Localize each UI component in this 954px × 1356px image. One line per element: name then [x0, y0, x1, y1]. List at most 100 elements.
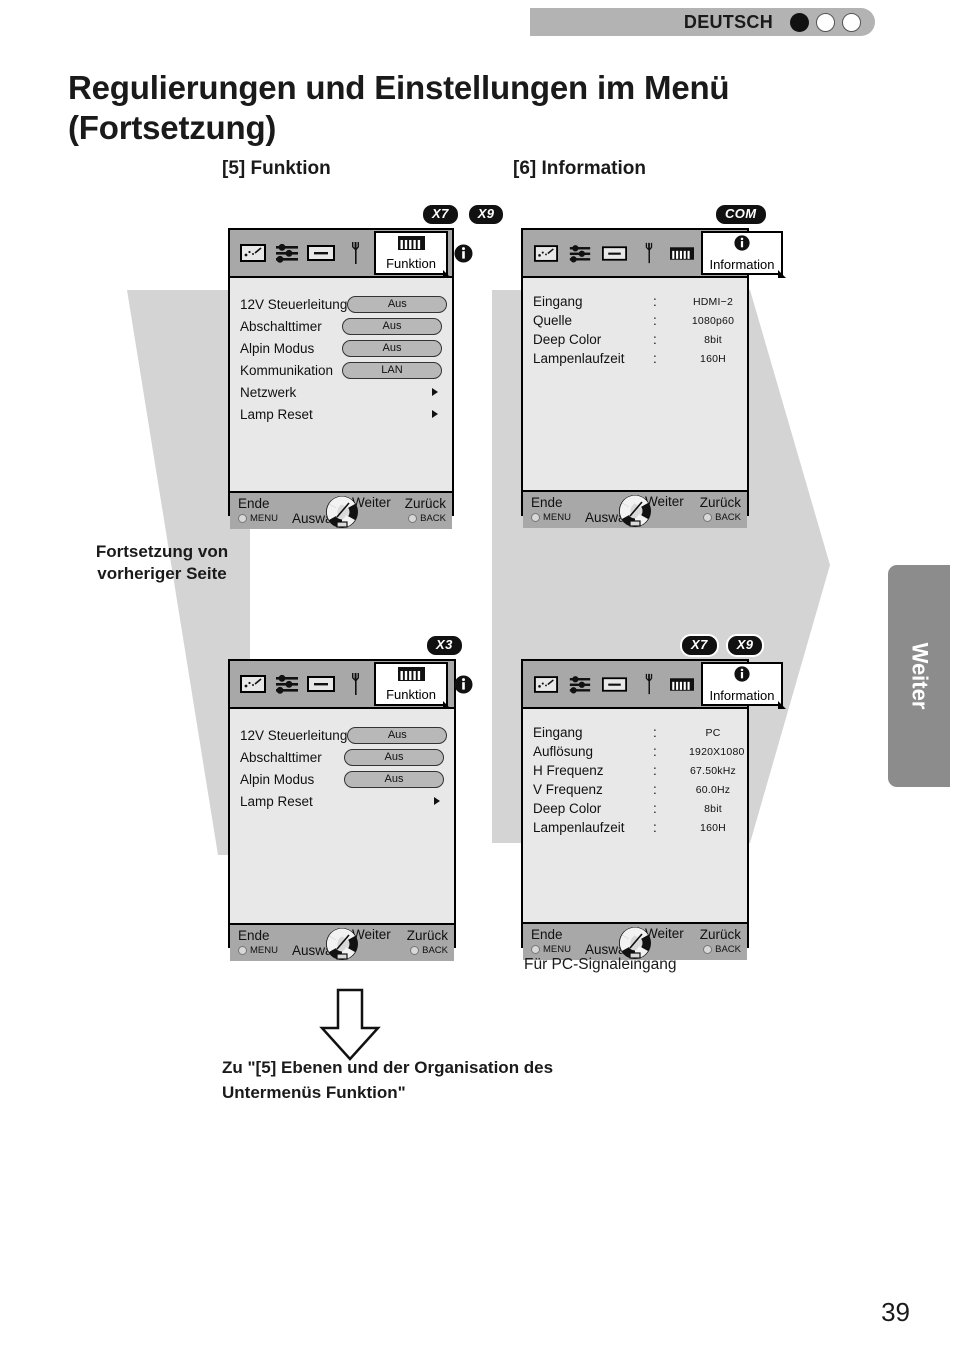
footer-menu-button[interactable]: MENU — [238, 945, 278, 956]
wrench-icon[interactable] — [338, 236, 372, 270]
menu-row[interactable]: 12V Steuerleitung Aus — [230, 293, 452, 315]
menu-row-value[interactable]: Aus — [344, 748, 444, 766]
osd-footer: Ende MENU Auswahl Weiter Zurück BACK — [230, 491, 452, 529]
menu-row[interactable]: Alpin Modus Aus — [230, 768, 454, 790]
footer-menu-button[interactable]: MENU — [531, 512, 571, 523]
info-row: Lampenlaufzeit : 160H — [523, 349, 747, 368]
footer-back-button[interactable]: BACK — [408, 513, 446, 524]
footer-back-button[interactable]: BACK — [703, 512, 741, 523]
info-circle-icon[interactable] — [452, 242, 474, 264]
footer-menu-button[interactable]: MENU — [531, 944, 571, 955]
footer-zurueck-label: Zurück — [404, 496, 446, 511]
menu-row[interactable]: Kommunikation LAN — [230, 359, 452, 381]
sliders-icon[interactable] — [270, 236, 304, 270]
tab-funktion-label: Funktion — [386, 687, 436, 702]
sliders-icon[interactable] — [563, 667, 597, 701]
section-heading-information: [6] Information — [513, 158, 646, 179]
dpad-wheel-icon[interactable] — [617, 494, 653, 528]
info-row: H Frequenz : 67.50kHz — [523, 761, 747, 780]
info-row: Deep Color : 8bit — [523, 330, 747, 349]
picture-icon[interactable] — [529, 236, 563, 270]
menu-row-value[interactable]: Aus — [347, 726, 448, 744]
language-bar: DEUTSCH — [530, 8, 875, 36]
osd-tabbar: Information — [523, 230, 786, 278]
back-dot-icon — [408, 514, 418, 523]
footer-back-button[interactable]: BACK — [703, 944, 741, 955]
menu-row[interactable]: 12V Steuerleitung Aus — [230, 724, 454, 746]
down-arrow-icon — [319, 988, 381, 1061]
wrench-icon[interactable] — [631, 236, 665, 270]
comb-icon[interactable] — [665, 667, 699, 701]
chevron-right-icon — [432, 388, 438, 396]
osd-tabbar: Funktion — [230, 661, 472, 709]
menu-row-value[interactable]: LAN — [342, 361, 442, 379]
picture-icon[interactable] — [236, 236, 270, 270]
info-row-label: Quelle — [533, 313, 573, 328]
side-tab-label: Weiter — [907, 642, 932, 710]
menu-dot-icon — [531, 513, 540, 522]
footer-back-button[interactable]: BACK — [410, 945, 448, 956]
menu-row[interactable]: Abschalttimer Aus — [230, 315, 452, 337]
footer-menu-label: MENU — [250, 945, 278, 956]
picture-icon[interactable] — [529, 667, 563, 701]
tab-information[interactable]: Information — [701, 662, 786, 709]
dpad-wheel-icon[interactable] — [617, 926, 653, 960]
osd-body-funktion: 12V Steuerleitung Aus Abschalttimer Aus … — [230, 709, 454, 923]
model-badge: COM — [714, 203, 768, 226]
wrench-icon[interactable] — [631, 667, 665, 701]
model-badge: X3 — [425, 634, 464, 657]
comb-icon — [397, 667, 425, 686]
dpad-wheel-icon[interactable] — [324, 495, 360, 529]
info-row: Auflösung : 1920X1080 — [523, 742, 747, 761]
sliders-icon[interactable] — [563, 236, 597, 270]
tab-information[interactable]: Information — [701, 231, 786, 278]
info-row-value: 8bit — [704, 333, 722, 346]
tab-funktion[interactable]: Funktion — [374, 662, 451, 709]
menu-row[interactable]: Lamp Reset — [230, 403, 452, 425]
display-icon[interactable] — [597, 236, 631, 270]
badge-row-top-right: COM — [714, 203, 768, 226]
tab-funktion[interactable]: Funktion — [374, 231, 451, 278]
menu-row-label: Alpin Modus — [240, 340, 315, 356]
tab-funktion-label: Funktion — [386, 256, 436, 271]
menu-row-value[interactable]: Aus — [344, 770, 444, 788]
model-badge: X9 — [725, 634, 765, 657]
display-icon[interactable] — [304, 667, 338, 701]
menu-row[interactable]: Abschalttimer Aus — [230, 746, 454, 768]
menu-row-label: 12V Steuerleitung — [240, 296, 348, 312]
wrench-icon[interactable] — [338, 667, 372, 701]
picture-icon[interactable] — [236, 667, 270, 701]
dpad-wheel-icon[interactable] — [324, 927, 360, 961]
chevron-right-icon — [434, 797, 440, 805]
tab-information-label: Information — [709, 257, 775, 272]
sliders-icon[interactable] — [270, 667, 304, 701]
menu-row[interactable]: Lamp Reset — [230, 790, 454, 812]
menu-row-value[interactable]: Aus — [342, 339, 442, 357]
menu-row[interactable]: Alpin Modus Aus — [230, 337, 452, 359]
display-icon[interactable] — [304, 236, 338, 270]
menu-row-label: Abschalttimer — [240, 749, 322, 765]
menu-row-label: Abschalttimer — [240, 318, 322, 334]
display-icon[interactable] — [597, 667, 631, 701]
osd-body-information: Eingang : HDMI−2 Quelle : 1080p60 Deep C… — [523, 278, 747, 490]
footer-menu-label: MENU — [250, 513, 278, 524]
info-circle-icon[interactable] — [452, 673, 474, 695]
footer-menu-button[interactable]: MENU — [238, 513, 278, 524]
menu-row-value[interactable]: Aus — [342, 317, 442, 335]
osd-screen-funktion-x7x9: Funktion 12V Steuerleitung Aus Abschaltt… — [228, 228, 472, 529]
info-circle-icon — [734, 235, 750, 256]
menu-row[interactable]: Netzwerk — [230, 381, 452, 403]
side-tab-weiter[interactable]: Weiter — [888, 565, 950, 787]
footer-back-label: BACK — [420, 513, 446, 524]
info-row-colon: : — [653, 294, 657, 309]
footer-back-label: BACK — [715, 944, 741, 955]
info-row: Eingang : PC — [523, 723, 747, 742]
footer-zurueck-label: Zurück — [699, 927, 741, 942]
info-row-colon: : — [653, 744, 657, 759]
footer-back-label: BACK — [715, 512, 741, 523]
info-row-label: Deep Color — [533, 332, 602, 347]
menu-row-value[interactable]: Aus — [347, 295, 448, 313]
footer-zurueck-label: Zurück — [406, 928, 448, 943]
comb-icon[interactable] — [665, 236, 699, 270]
language-dot-3 — [842, 12, 861, 32]
